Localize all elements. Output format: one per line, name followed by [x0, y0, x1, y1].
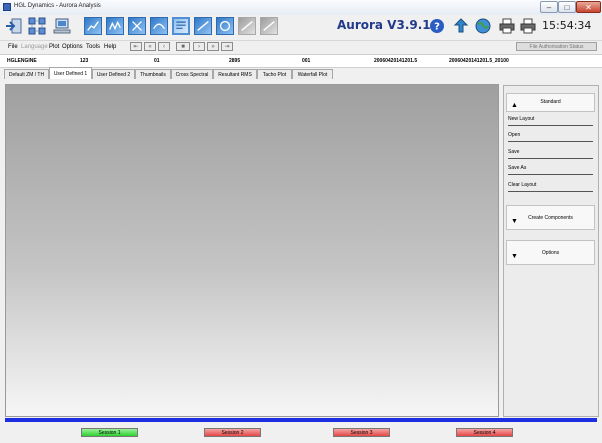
nav-fast-back-button[interactable]: « — [144, 42, 156, 51]
toolbar: Aurora V3.9.1.1 ? 15:54:34 — [0, 15, 602, 40]
nav-stop-button[interactable]: ■ — [176, 42, 190, 51]
printer-icon[interactable] — [498, 17, 516, 35]
tab-cross-spectral[interactable]: Cross Spectral — [171, 69, 213, 79]
create-components-section-header[interactable]: ▼ Create Components — [506, 205, 595, 230]
plot-icon[interactable] — [150, 17, 168, 35]
standard-section-header[interactable]: ▲ Standard — [506, 93, 595, 112]
status-bar — [5, 418, 597, 422]
new-layout-link[interactable]: New Layout — [508, 116, 534, 122]
info-field: 20060420141201.5_20100 — [449, 58, 509, 64]
tab-thumbnails[interactable]: Thumbnails — [135, 69, 171, 79]
info-field: 01 — [154, 58, 160, 64]
svg-text:?: ? — [434, 22, 440, 33]
printer-icon[interactable] — [519, 17, 537, 35]
plot-icon[interactable] — [106, 17, 124, 35]
options-title: Options — [541, 250, 560, 256]
globe-icon[interactable] — [474, 17, 492, 35]
plot-icon[interactable] — [238, 17, 256, 35]
nav-first-button[interactable]: ⇤ — [130, 42, 142, 51]
window-title: HGL Dynamics - Aurora Analysis — [14, 3, 101, 9]
upload-icon[interactable] — [452, 17, 470, 35]
file-info-row: HGLENGINE 123 01 2895 001 20060420141201… — [0, 54, 602, 68]
minimize-button[interactable]: – — [540, 1, 558, 13]
tab-default-zm-th[interactable]: Default ZM / TH — [4, 69, 49, 79]
menu-options[interactable]: Options — [62, 44, 83, 50]
tab-user-defined-2[interactable]: User Defined 2 — [92, 69, 135, 79]
divider — [508, 191, 593, 192]
standard-section-title: Standard — [540, 99, 561, 105]
nav-fast-forward-button[interactable]: » — [207, 42, 219, 51]
computer-icon[interactable] — [53, 17, 71, 35]
clock: 15:54:34 — [542, 19, 592, 32]
nav-forward-button[interactable]: › — [193, 42, 205, 51]
divider — [508, 125, 593, 126]
divider — [508, 158, 593, 159]
menu-help[interactable]: Help — [104, 44, 116, 50]
menu-language[interactable]: Language — [21, 44, 48, 50]
clear-layout-link[interactable]: Clear Layout — [508, 182, 536, 188]
tab-resultant-rms[interactable]: Resultant RMS — [213, 69, 257, 79]
side-panel: ▲ Standard New Layout Open Save Save As … — [503, 85, 599, 417]
info-field: 20060420141201.5 — [374, 58, 418, 64]
save-link[interactable]: Save — [508, 149, 519, 155]
layout-canvas[interactable] — [5, 84, 499, 417]
divider — [508, 174, 593, 175]
title-bar: HGL Dynamics - Aurora Analysis – □ ✕ — [0, 0, 602, 16]
network-icon[interactable] — [28, 17, 46, 35]
menu-tools[interactable]: Tools — [86, 44, 100, 50]
menu-plot[interactable]: Plot — [49, 44, 59, 50]
info-field: 123 — [80, 58, 89, 64]
info-field: 001 — [302, 58, 311, 64]
close-button[interactable]: ✕ — [576, 1, 601, 13]
divider — [508, 141, 593, 142]
plot-icon[interactable] — [84, 17, 102, 35]
nav-back-button[interactable]: ‹ — [158, 42, 170, 51]
plot-icon[interactable] — [172, 17, 190, 35]
plot-icon[interactable] — [260, 17, 278, 35]
app-icon — [3, 3, 11, 11]
session-4-button[interactable]: Session 4 — [456, 428, 513, 437]
create-components-title: Create Components — [528, 215, 573, 221]
options-section-header[interactable]: ▼ Options — [506, 240, 595, 265]
menu-bar: File Language Plot Options Tools Help ⇤ … — [0, 40, 602, 54]
tab-tacho-plot[interactable]: Tacho Plot — [257, 69, 292, 79]
exit-icon[interactable] — [5, 17, 23, 35]
plot-icon[interactable] — [216, 17, 234, 35]
session-2-button[interactable]: Session 2 — [204, 428, 261, 437]
engine-name: HGLENGINE — [7, 58, 37, 64]
open-link[interactable]: Open — [508, 132, 520, 138]
info-field: 2895 — [229, 58, 241, 64]
help-icon[interactable]: ? — [428, 17, 446, 35]
nav-last-button[interactable]: ⇥ — [221, 42, 233, 51]
tab-user-defined-1[interactable]: User Defined 1 — [49, 67, 92, 79]
plot-icon[interactable] — [194, 17, 212, 35]
plot-icon[interactable] — [128, 17, 146, 35]
tab-waterfall-plot[interactable]: Waterfall Plot — [292, 69, 333, 79]
menu-file[interactable]: File — [8, 44, 18, 50]
tab-bar: Default ZM / TH User Defined 1 User Defi… — [0, 67, 602, 79]
save-as-link[interactable]: Save As — [508, 165, 526, 171]
session-1-button[interactable]: Session 1 — [81, 428, 138, 437]
session-3-button[interactable]: Session 3 — [333, 428, 390, 437]
maximize-button[interactable]: □ — [558, 1, 576, 13]
file-authorisation-status-button[interactable]: File Authorisation Status — [516, 42, 597, 51]
